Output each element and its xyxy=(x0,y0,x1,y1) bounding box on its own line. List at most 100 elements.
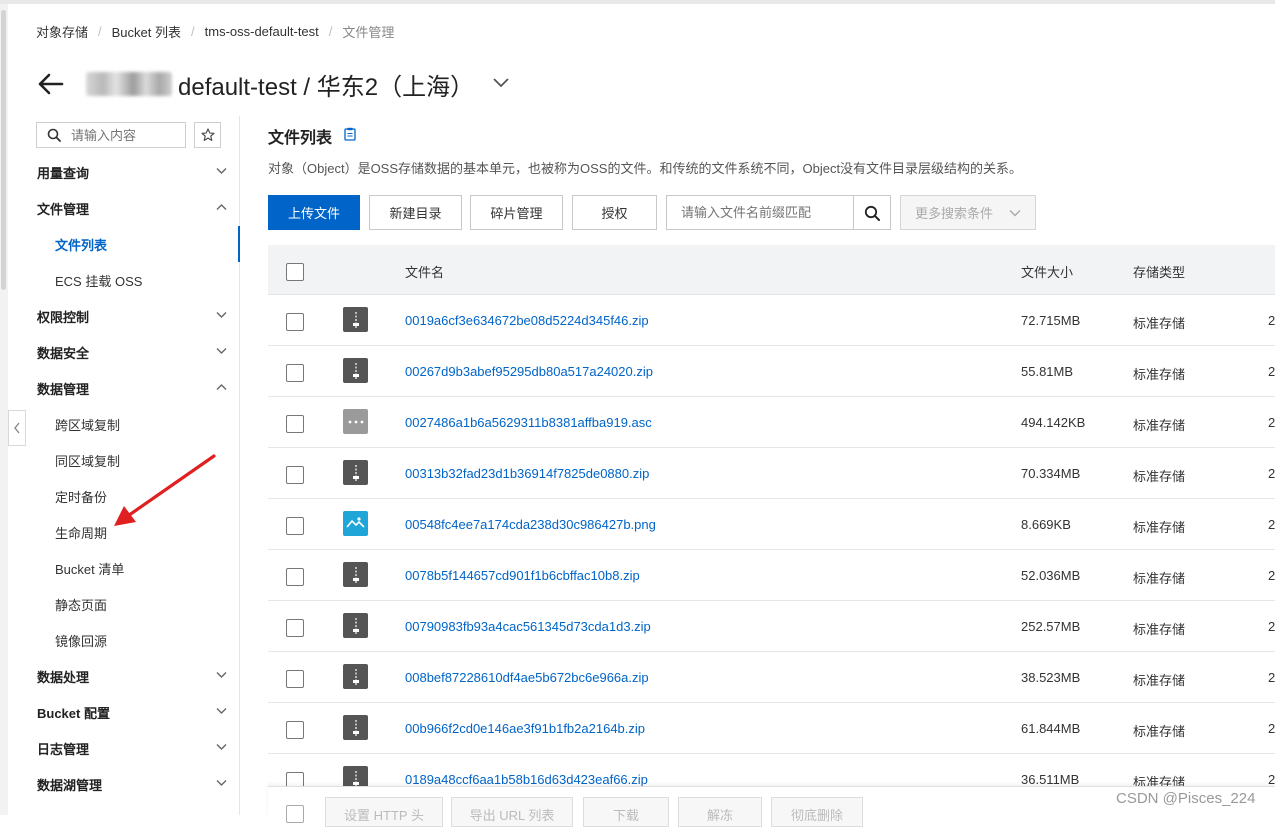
sidebar-item-label: 定时备份 xyxy=(55,489,108,505)
row-checkbox[interactable] xyxy=(286,670,304,688)
row-checkbox[interactable] xyxy=(286,568,304,586)
search-button[interactable] xyxy=(853,196,890,229)
row-checkbox[interactable] xyxy=(286,517,304,535)
file-size: 55.81MB xyxy=(1021,364,1074,379)
sidebar-item-bucket-config[interactable]: Bucket 配置 xyxy=(8,694,239,730)
sidebar-item-ecs-mount[interactable]: ECS 挂载 OSS xyxy=(8,262,239,298)
sidebar-search[interactable] xyxy=(36,122,186,148)
download-button[interactable]: 下载 xyxy=(583,797,669,827)
chevron-up-icon xyxy=(216,204,227,210)
file-name-link[interactable]: 00548fc4ee7a174cda238d30c986427b.png xyxy=(405,517,656,532)
new-directory-button[interactable]: 新建目录 xyxy=(369,195,462,230)
file-list-title: 文件列表 xyxy=(268,130,333,147)
file-name-link[interactable]: 00313b32fad23d1b36914f7825de0880.zip xyxy=(405,466,649,481)
sidebar-search-input[interactable] xyxy=(71,127,171,143)
table-row[interactable]: 00313b32fad23d1b36914f7825de0880.zip 70.3… xyxy=(268,448,1275,499)
table-row[interactable]: 0078b5f144657cd901f1b6cbffac10b8.zip 52.0… xyxy=(268,550,1275,601)
top-border xyxy=(0,0,1275,4)
upload-file-button[interactable]: 上传文件 xyxy=(268,195,360,230)
fragment-management-button[interactable]: 碎片管理 xyxy=(470,195,563,230)
chevron-down-icon xyxy=(216,348,227,354)
file-size: 72.715MB xyxy=(1021,313,1081,328)
breadcrumb-item-bucket-list[interactable]: Bucket 列表 xyxy=(112,22,181,41)
file-search-input[interactable] xyxy=(667,196,853,229)
footer-select-all-checkbox[interactable] xyxy=(286,805,304,823)
page-scrollbar-thumb[interactable] xyxy=(1,10,6,290)
file-name-link[interactable]: 0189a48ccf6aa1b58b16d63d423eaf66.zip xyxy=(405,772,648,787)
file-list-description: 对象（Object）是OSS存储数据的基本单元，也被称为OSS的文件。和传统的文… xyxy=(268,161,1023,176)
last-modified-partial: 2 xyxy=(1268,721,1275,736)
breadcrumb-item-bucket[interactable]: tms-oss-default-test xyxy=(205,24,319,39)
sidebar-item-label: 用量查询 xyxy=(37,165,90,181)
sidebar-item-file-management[interactable]: 文件管理 xyxy=(8,190,239,226)
file-name-link[interactable]: 0019a6cf3e634672be08d5224d345f46.zip xyxy=(405,313,649,328)
table-row[interactable]: 00b966f2cd0e146ae3f91b1fb2a2164b.zip 61.8… xyxy=(268,703,1275,754)
last-modified-partial: 2 xyxy=(1268,415,1275,430)
sidebar-item-static-pages[interactable]: 静态页面 xyxy=(8,586,239,622)
column-header-filename[interactable]: 文件名 xyxy=(405,262,444,281)
sidebar-item-label: 文件列表 xyxy=(55,237,108,253)
table-row[interactable]: 008bef87228610df4ae5b672bc6e966a.zip 38.5… xyxy=(268,652,1275,703)
sidebar-item-label: Bucket 清单 xyxy=(55,561,125,577)
sidebar-item-mirror-back-to-origin[interactable]: 镜像回源 xyxy=(8,622,239,658)
row-checkbox[interactable] xyxy=(286,619,304,637)
sidebar-item-data-security[interactable]: 数据安全 xyxy=(8,334,239,370)
chevron-down-icon xyxy=(216,672,227,678)
sidebar-item-data-management[interactable]: 数据管理 xyxy=(8,370,239,406)
document-icon[interactable] xyxy=(344,127,356,146)
row-checkbox[interactable] xyxy=(286,364,304,382)
breadcrumb-separator: / xyxy=(328,23,333,39)
favorite-star-button[interactable] xyxy=(194,122,221,148)
breadcrumb-item-oss[interactable]: 对象存储 xyxy=(36,22,88,41)
storage-class: 标准存储 xyxy=(1133,367,1186,382)
sidebar-item-label: 权限控制 xyxy=(37,309,90,325)
row-checkbox[interactable] xyxy=(286,415,304,433)
row-checkbox[interactable] xyxy=(286,466,304,484)
sidebar-item-label: 生命周期 xyxy=(55,525,108,541)
export-url-list-button[interactable]: 导出 URL 列表 xyxy=(451,797,573,827)
chevron-down-icon xyxy=(216,312,227,318)
sidebar-item-log-management[interactable]: 日志管理 xyxy=(8,730,239,766)
file-name-link[interactable]: 00b966f2cd0e146ae3f91b1fb2a2164b.zip xyxy=(405,721,645,736)
more-search-conditions-dropdown[interactable]: 更多搜索条件 xyxy=(900,195,1036,230)
column-header-storage-class[interactable]: 存储类型 xyxy=(1133,262,1185,281)
last-modified-partial: 2 xyxy=(1268,364,1275,379)
sidebar-collapse-button[interactable] xyxy=(8,410,26,446)
sidebar-item-label: ECS 挂载 OSS xyxy=(55,273,143,289)
sidebar-item-data-lake[interactable]: 数据湖管理 xyxy=(8,766,239,802)
active-indicator xyxy=(238,226,240,262)
select-all-checkbox[interactable] xyxy=(286,263,304,281)
annotation-arrow-icon xyxy=(114,454,216,526)
sidebar-item-data-processing[interactable]: 数据处理 xyxy=(8,658,239,694)
file-name-link[interactable]: 0027486a1b6a5629311b8381affba919.asc xyxy=(405,415,652,430)
sidebar-item-cross-region-replication[interactable]: 跨区域复制 xyxy=(8,406,239,442)
sidebar-item-file-list[interactable]: 文件列表 xyxy=(8,226,240,262)
authorize-button[interactable]: 授权 xyxy=(572,195,657,230)
table-row[interactable]: 00790983fb93a4cac561345d73cda1d3.zip 252.… xyxy=(268,601,1275,652)
table-row[interactable]: 00267d9b3abef95295db80a517a24020.zip 55.8… xyxy=(268,346,1275,397)
table-row[interactable]: 0019a6cf3e634672be08d5224d345f46.zip 72.7… xyxy=(268,295,1275,346)
unfreeze-button[interactable]: 解冻 xyxy=(678,797,762,827)
file-name-link[interactable]: 008bef87228610df4ae5b672bc6e966a.zip xyxy=(405,670,649,685)
row-checkbox[interactable] xyxy=(286,313,304,331)
column-header-size[interactable]: 文件大小 xyxy=(1021,262,1073,281)
permanent-delete-button[interactable]: 彻底删除 xyxy=(771,797,863,827)
file-name-link[interactable]: 00790983fb93a4cac561345d73cda1d3.zip xyxy=(405,619,651,634)
table-row[interactable]: 0027486a1b6a5629311b8381affba919.asc 494.… xyxy=(268,397,1275,448)
file-name-link[interactable]: 0078b5f144657cd901f1b6cbffac10b8.zip xyxy=(405,568,640,583)
file-name-link[interactable]: 00267d9b3abef95295db80a517a24020.zip xyxy=(405,364,653,379)
table-row[interactable]: 00548fc4ee7a174cda238d30c986427b.png 8.66… xyxy=(268,499,1275,550)
sidebar-item-bucket-inventory[interactable]: Bucket 清单 xyxy=(8,550,239,586)
set-http-header-button[interactable]: 设置 HTTP 头 xyxy=(325,797,443,827)
last-modified-partial: 2 xyxy=(1268,772,1275,787)
search-icon xyxy=(864,205,880,221)
row-checkbox[interactable] xyxy=(286,721,304,739)
sidebar-item-access-control[interactable]: 权限控制 xyxy=(8,298,239,334)
zip-file-icon xyxy=(343,664,368,689)
sidebar-item-label: 静态页面 xyxy=(55,597,108,613)
sidebar-item-usage[interactable]: 用量查询 xyxy=(8,154,239,190)
file-size: 252.57MB xyxy=(1021,619,1081,634)
back-arrow-icon[interactable] xyxy=(36,66,72,102)
page-scrollbar[interactable] xyxy=(0,4,8,815)
bucket-switch-chevron-icon[interactable] xyxy=(492,77,510,92)
